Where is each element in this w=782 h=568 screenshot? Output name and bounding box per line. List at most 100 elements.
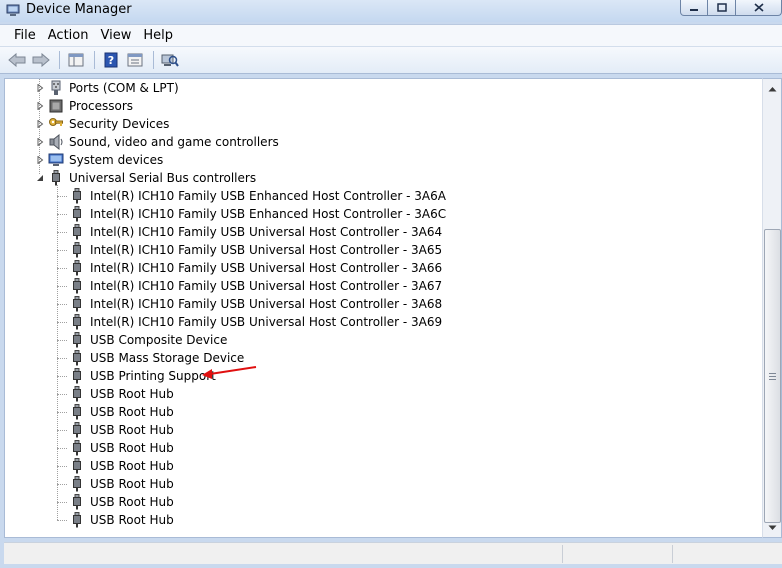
title-bar[interactable]: Device Manager bbox=[0, 0, 782, 22]
usb-device-item[interactable]: Intel(R) ICH10 Family USB Universal Host… bbox=[69, 241, 442, 259]
tree-category-sound-video-and-game-controllers[interactable]: Sound, video and game controllers bbox=[35, 133, 279, 151]
tree-connector-line bbox=[57, 232, 67, 233]
usb-device-item[interactable]: USB Root Hub bbox=[69, 439, 174, 457]
device-tree[interactable]: Ports (COM & LPT) Processors Security Devi… bbox=[4, 78, 762, 538]
usb-device-item[interactable]: Intel(R) ICH10 Family USB Universal Host… bbox=[69, 223, 442, 241]
scroll-thumb[interactable] bbox=[764, 229, 781, 523]
usb-device-item[interactable]: USB Composite Device bbox=[69, 331, 227, 349]
scan-hardware-button[interactable] bbox=[159, 49, 181, 71]
usb-plug-icon bbox=[69, 224, 85, 240]
usb-plug-icon bbox=[69, 296, 85, 312]
show-hide-console-tree-button[interactable] bbox=[65, 49, 87, 71]
tree-connector-line bbox=[57, 250, 67, 251]
tree-connector-line bbox=[57, 185, 58, 520]
tree-item-label: USB Root Hub bbox=[90, 513, 174, 527]
menu-help[interactable]: Help bbox=[137, 28, 179, 43]
tree-item-label: USB Root Hub bbox=[90, 495, 174, 509]
tree-item-label: Intel(R) ICH10 Family USB Enhanced Host … bbox=[90, 207, 447, 221]
properties-icon bbox=[127, 53, 143, 67]
back-button[interactable] bbox=[6, 49, 28, 71]
scroll-down-button[interactable] bbox=[764, 519, 781, 536]
processor-icon bbox=[48, 98, 64, 114]
tree-item-label: Intel(R) ICH10 Family USB Universal Host… bbox=[90, 297, 443, 311]
tree-category-processors[interactable]: Processors bbox=[35, 97, 133, 115]
tree-item-label: Universal Serial Bus controllers bbox=[69, 171, 257, 185]
toolbar-separator bbox=[94, 51, 95, 69]
expand-arrow-icon[interactable] bbox=[35, 84, 44, 93]
status-pane bbox=[562, 545, 672, 563]
menu-file[interactable]: File bbox=[8, 28, 42, 43]
toolbar: ? bbox=[0, 46, 782, 74]
expand-arrow-icon[interactable] bbox=[35, 156, 44, 165]
tree-connector-line bbox=[57, 268, 67, 269]
usb-device-item[interactable]: Intel(R) ICH10 Family USB Universal Host… bbox=[69, 313, 442, 331]
scroll-up-button[interactable] bbox=[764, 80, 781, 97]
device-manager-window: Device Manager File Action View Help ? P… bbox=[0, 0, 782, 568]
tree-connector-line bbox=[57, 340, 67, 341]
usb-device-item[interactable]: USB Root Hub bbox=[69, 403, 174, 421]
menu-view[interactable]: View bbox=[94, 28, 137, 43]
usb-device-item[interactable]: Intel(R) ICH10 Family USB Universal Host… bbox=[69, 259, 442, 277]
usb-device-item[interactable]: USB Root Hub bbox=[69, 475, 174, 493]
expand-arrow-icon[interactable] bbox=[35, 138, 44, 147]
tree-category-universal-serial-bus-controllers[interactable]: Universal Serial Bus controllers bbox=[35, 169, 256, 187]
tree-connector-line bbox=[57, 394, 67, 395]
annotation-arrow bbox=[200, 362, 260, 385]
usb-device-item[interactable]: USB Root Hub bbox=[69, 457, 174, 475]
close-icon bbox=[753, 3, 764, 12]
forward-arrow-icon bbox=[32, 53, 50, 67]
tree-connector-line bbox=[57, 214, 67, 215]
tree-item-label: Processors bbox=[69, 99, 134, 113]
toolbar-separator bbox=[153, 51, 154, 69]
usb-plug-icon bbox=[69, 368, 85, 384]
tree-connector-line bbox=[57, 430, 67, 431]
usb-device-item[interactable]: USB Root Hub bbox=[69, 385, 174, 403]
expand-arrow-icon[interactable] bbox=[35, 120, 44, 129]
tree-category-system-devices[interactable]: System devices bbox=[35, 151, 163, 169]
minimize-button[interactable] bbox=[680, 0, 708, 16]
tree-item-label: USB Root Hub bbox=[90, 405, 174, 419]
close-button[interactable] bbox=[736, 0, 782, 16]
usb-device-item[interactable]: Intel(R) ICH10 Family USB Enhanced Host … bbox=[69, 205, 446, 223]
usb-device-item[interactable]: USB Root Hub bbox=[69, 511, 174, 529]
scroll-grip-icon bbox=[769, 372, 776, 380]
tree-item-label: System devices bbox=[69, 153, 164, 167]
usb-plug-icon bbox=[69, 386, 85, 402]
usb-plug-icon bbox=[69, 314, 85, 330]
menu-bar: File Action View Help bbox=[0, 24, 782, 46]
usb-plug-icon bbox=[69, 440, 85, 456]
device-manager-icon bbox=[6, 3, 20, 17]
minimize-icon bbox=[690, 8, 698, 11]
usb-device-item[interactable]: USB Root Hub bbox=[69, 421, 174, 439]
usb-plug-icon bbox=[69, 260, 85, 276]
usb-device-item[interactable]: Intel(R) ICH10 Family USB Universal Host… bbox=[69, 277, 442, 295]
port-icon bbox=[48, 80, 64, 96]
tree-category-security-devices[interactable]: Security Devices bbox=[35, 115, 169, 133]
menu-action[interactable]: Action bbox=[42, 28, 95, 43]
usb-device-item[interactable]: USB Root Hub bbox=[69, 493, 174, 511]
svg-text:?: ? bbox=[108, 54, 114, 67]
usb-device-item[interactable]: Intel(R) ICH10 Family USB Universal Host… bbox=[69, 295, 442, 313]
caption-buttons bbox=[680, 0, 782, 16]
help-button[interactable]: ? bbox=[100, 49, 122, 71]
tree-item-label: Intel(R) ICH10 Family USB Enhanced Host … bbox=[90, 189, 446, 203]
tree-item-label: Intel(R) ICH10 Family USB Universal Host… bbox=[90, 261, 443, 275]
tree-connector-line bbox=[57, 466, 67, 467]
collapse-arrow-icon[interactable] bbox=[35, 174, 44, 183]
tree-category-ports-com-lpt[interactable]: Ports (COM & LPT) bbox=[35, 79, 179, 97]
tree-item-label: USB Composite Device bbox=[90, 333, 228, 347]
tree-connector-line bbox=[57, 322, 67, 323]
status-bar bbox=[4, 542, 782, 564]
console-tree-icon bbox=[68, 53, 84, 67]
maximize-button[interactable] bbox=[708, 0, 736, 16]
usb-plug-icon bbox=[69, 278, 85, 294]
scan-hardware-icon bbox=[161, 54, 179, 67]
status-pane bbox=[672, 545, 772, 563]
properties-button[interactable] bbox=[124, 49, 146, 71]
usb-device-item[interactable]: USB Printing Support bbox=[69, 367, 216, 385]
usb-device-item[interactable]: Intel(R) ICH10 Family USB Enhanced Host … bbox=[69, 187, 446, 205]
vertical-scrollbar[interactable] bbox=[762, 78, 782, 538]
maximize-icon bbox=[716, 3, 727, 12]
expand-arrow-icon[interactable] bbox=[35, 102, 44, 111]
forward-button[interactable] bbox=[30, 49, 52, 71]
